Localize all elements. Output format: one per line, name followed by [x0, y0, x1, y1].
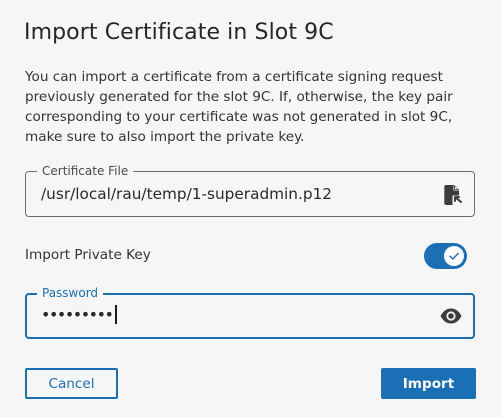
check-icon: [449, 252, 459, 260]
cancel-button[interactable]: Cancel: [25, 368, 118, 399]
password-input[interactable]: •••••••••: [41, 305, 118, 324]
password-label: Password: [37, 285, 104, 301]
file-icon[interactable]: [443, 184, 463, 206]
dialog-description: You can import a certificate from a cert…: [25, 69, 453, 145]
import-private-key-label: Import Private Key: [25, 247, 151, 263]
certificate-file-field[interactable]: Certificate File /usr/local/rau/temp/1-s…: [25, 163, 475, 217]
import-private-key-row: Import Private Key: [25, 240, 475, 270]
dialog-title: Import Certificate in Slot 9C: [24, 20, 334, 45]
toggle-knob: [444, 246, 464, 266]
import-button[interactable]: Import: [381, 368, 476, 399]
import-certificate-dialog: Import Certificate in Slot 9C You can im…: [0, 0, 502, 417]
certificate-file-label: Certificate File: [37, 163, 134, 179]
password-masked-value: •••••••••: [41, 305, 114, 324]
eye-icon[interactable]: [439, 306, 463, 326]
certificate-file-path[interactable]: /usr/local/rau/temp/1-superadmin.p12: [41, 185, 332, 203]
text-caret: [115, 305, 118, 324]
password-field[interactable]: Password •••••••••: [25, 285, 475, 339]
import-private-key-toggle[interactable]: [424, 243, 467, 269]
